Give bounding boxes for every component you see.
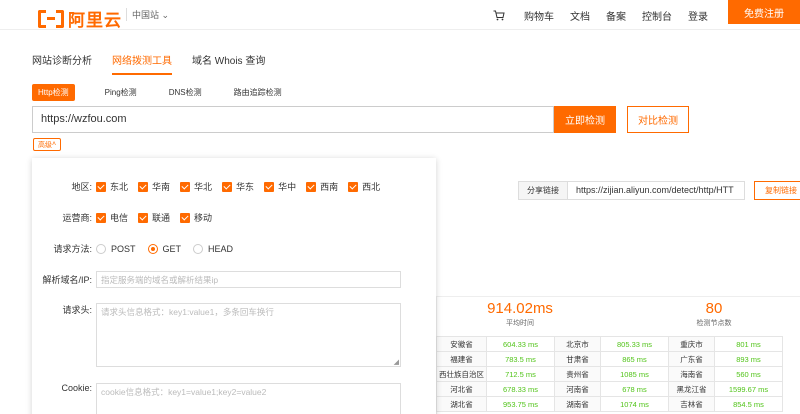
method-radio-head[interactable]: HEAD — [193, 243, 233, 254]
node-count-label: 检测节点数 — [696, 320, 732, 327]
compare-button[interactable]: 对比检测 — [627, 106, 689, 133]
table-row: 安徽省 604.33 ms 北京市 805.33 ms 重庆市 801 ms — [436, 336, 783, 352]
radio-off-icon — [96, 243, 106, 254]
tab-network-probe[interactable]: 网络拨测工具 — [112, 52, 172, 75]
logo-mark-icon — [38, 9, 64, 28]
method-label: 请求方法: — [53, 244, 92, 254]
region-checkbox[interactable]: 华中 — [264, 180, 296, 193]
province-results-table: 安徽省 604.33 ms 北京市 805.33 ms 重庆市 801 ms 福建省 7… — [436, 336, 783, 412]
isp-checkbox[interactable]: 移动 — [180, 211, 212, 224]
method-row: 请求方法: POST GET HEAD — [32, 242, 245, 255]
method-radio-post[interactable]: POST — [96, 243, 136, 254]
resolve-input[interactable]: 指定服务端的域名或解析结果ip — [96, 271, 401, 288]
region-label: 地区: — [71, 182, 92, 192]
chevron-up-icon: ˄ — [51, 141, 57, 148]
cookie-textarea[interactable]: cookie信息格式：key1=value1;key2=value2 — [96, 383, 401, 414]
main-tabs: 网站诊断分析 网络拨测工具 域名 Whois 查询 — [32, 52, 285, 75]
table-row: 湖北省 953.75 ms 湖南省 1074 ms 吉林省 854.5 ms — [436, 396, 783, 412]
nav-cart[interactable]: 购物车 — [493, 8, 554, 23]
share-url-field[interactable]: https://zijian.aliyun.com/detect/http/HT… — [567, 181, 745, 200]
avg-time-value: 914.02ms — [487, 300, 553, 317]
checkbox-checked-icon — [96, 212, 106, 223]
subtab-dns[interactable]: DNS检测 — [169, 87, 202, 98]
tab-whois[interactable]: 域名 Whois 查询 — [192, 52, 265, 75]
nav-console[interactable]: 控制台 — [642, 8, 672, 23]
table-row: 西壮族自治区 712.5 ms 贵州省 1085 ms 海南省 560 ms — [436, 366, 783, 382]
sub-tabs: Http检测 Ping检测 DNS检测 路由追踪检测 — [32, 84, 314, 101]
table-row: 福建省 783.5 ms 甘肃省 865 ms 广东省 893 ms — [436, 351, 783, 367]
aliyun-logo[interactable]: 阿里云 — [38, 6, 122, 31]
method-radio-get[interactable]: GET — [147, 243, 181, 254]
radio-on-icon — [147, 243, 158, 254]
isp-row: 运营商: 电信 联通 移动 — [32, 211, 222, 224]
region-checkbox[interactable]: 华北 — [180, 180, 212, 193]
resize-handle-icon[interactable]: ◢ — [394, 358, 399, 366]
region-checkbox[interactable]: 西南 — [306, 180, 338, 193]
checkbox-checked-icon — [96, 181, 106, 192]
checkbox-checked-icon — [264, 181, 275, 192]
logo-text: 阿里云 — [68, 11, 122, 30]
subtab-http[interactable]: Http检测 — [32, 84, 75, 101]
node-count-value: 80 — [705, 300, 723, 317]
cookie-label: Cookie: — [61, 383, 92, 393]
table-row: 河北省 678.33 ms 河南省 678 ms 黑龙江省 1599.67 ms — [436, 381, 783, 397]
region-checkbox[interactable]: 华南 — [138, 180, 170, 193]
headers-row: 请求头: 请求头信息格式：key1:value1，多条回车换行 ◢ — [32, 303, 401, 367]
avg-time-stat: 914.02ms 平均时间 — [450, 300, 590, 328]
region-checkbox[interactable]: 西北 — [348, 180, 380, 193]
isp-checkbox[interactable]: 电信 — [96, 211, 128, 224]
detect-button[interactable]: 立即检测 — [554, 106, 616, 133]
advanced-options-panel: 地区: 东北 华南 华北 华东 华中 西南 西北 运营商: 电信 联通 移动 请… — [32, 158, 436, 414]
resolve-label: 解析域名/IP: — [42, 275, 92, 285]
resolve-row: 解析域名/IP: 指定服务端的域名或解析结果ip — [32, 271, 401, 288]
nav-docs[interactable]: 文档 — [570, 8, 590, 23]
nav-login[interactable]: 登录 — [688, 8, 708, 23]
top-header: 阿里云 中国站 ⌄ 购物车 文档 备案 控制台 登录 免费注册 — [0, 0, 800, 30]
node-count-stat: 80 检测节点数 — [644, 300, 784, 328]
share-label: 分享链接 — [518, 181, 568, 200]
checkbox-checked-icon — [306, 181, 317, 192]
checkbox-checked-icon — [180, 212, 191, 223]
checkbox-checked-icon — [180, 181, 191, 192]
top-nav: 购物车 文档 备案 控制台 登录 — [477, 8, 708, 23]
cart-icon — [493, 10, 505, 21]
advanced-toggle[interactable]: 高级 ˄ — [33, 138, 61, 151]
region-checkbox[interactable]: 东北 — [96, 180, 128, 193]
cookie-row: Cookie: cookie信息格式：key1=value1;key2=valu… — [32, 383, 401, 414]
region-row: 地区: 东北 华南 华北 华东 华中 西南 西北 — [32, 180, 390, 193]
isp-label: 运营商: — [62, 213, 92, 223]
headers-label: 请求头: — [62, 305, 92, 315]
checkbox-checked-icon — [138, 181, 149, 192]
nav-icp[interactable]: 备案 — [606, 8, 626, 23]
url-input[interactable]: https://wzfou.com — [32, 106, 554, 133]
isp-checkbox[interactable]: 联通 — [138, 211, 170, 224]
headers-textarea[interactable]: 请求头信息格式：key1:value1，多条回车换行 ◢ — [96, 303, 401, 367]
copy-link-button[interactable]: 复制链接 — [754, 181, 800, 200]
chevron-down-icon: ⌄ — [161, 10, 170, 20]
checkbox-checked-icon — [222, 181, 233, 192]
checkbox-checked-icon — [348, 181, 359, 192]
subtab-ping[interactable]: Ping检测 — [105, 87, 137, 98]
checkbox-checked-icon — [138, 212, 149, 223]
register-button[interactable]: 免费注册 — [728, 0, 800, 24]
radio-off-icon — [193, 243, 204, 254]
avg-time-label: 平均时间 — [506, 320, 534, 327]
tab-site-diagnosis[interactable]: 网站诊断分析 — [32, 52, 92, 75]
region-checkbox[interactable]: 华东 — [222, 180, 254, 193]
subtab-traceroute[interactable]: 路由追踪检测 — [234, 87, 282, 98]
site-switch[interactable]: 中国站 ⌄ — [126, 8, 169, 21]
